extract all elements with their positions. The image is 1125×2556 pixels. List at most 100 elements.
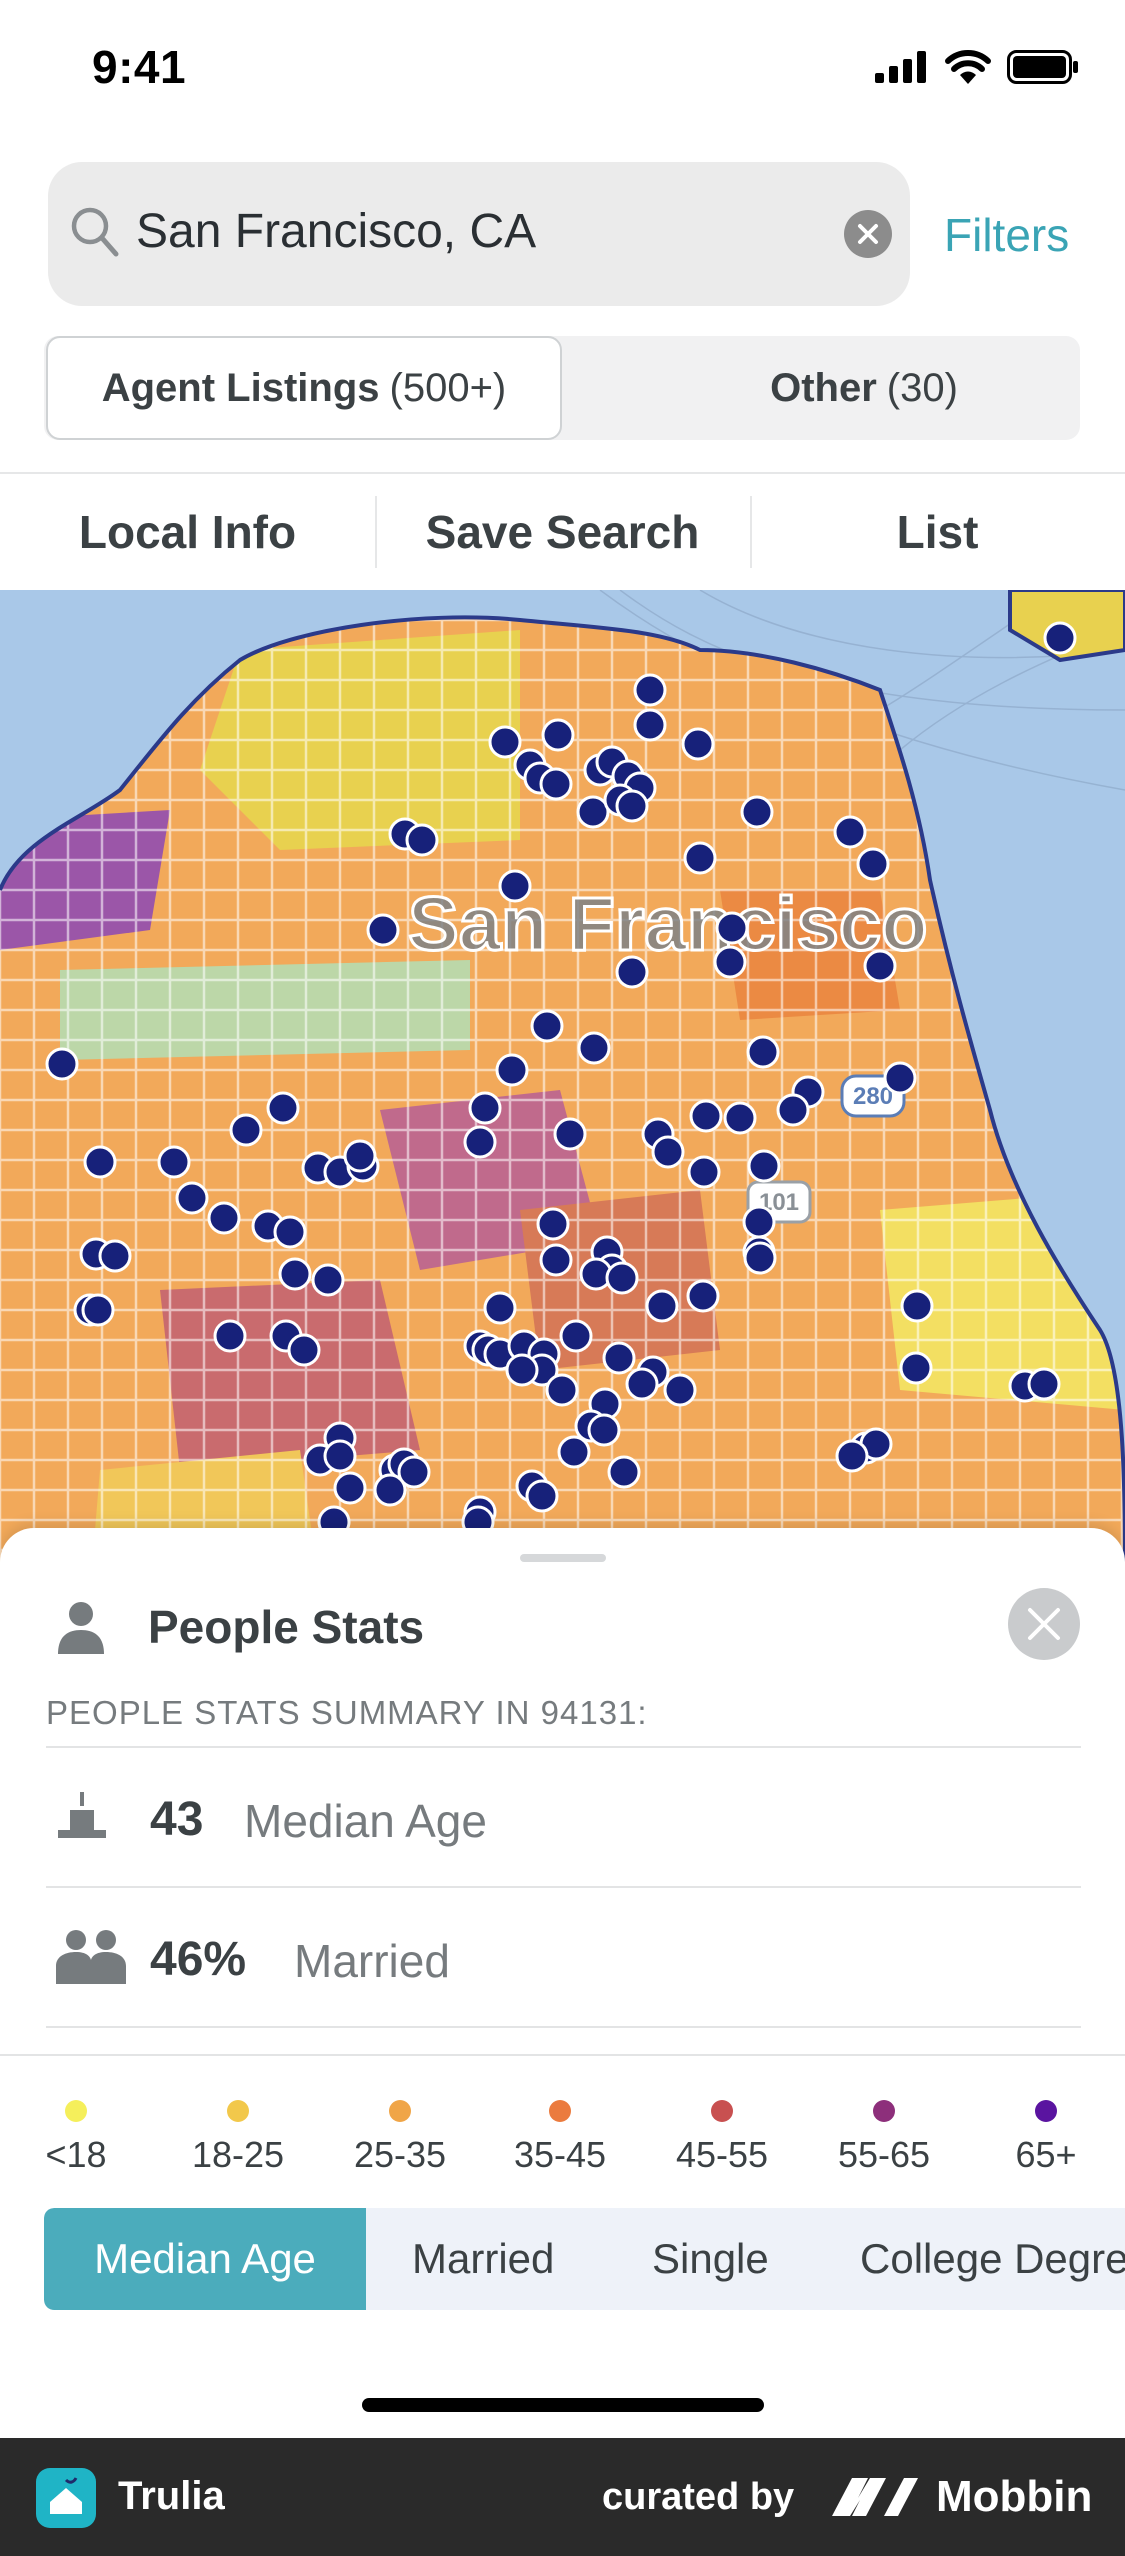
search-input[interactable]: San Francisco, CA <box>48 162 910 306</box>
close-sheet-button[interactable] <box>1008 1588 1080 1660</box>
listing-marker[interactable] <box>207 1201 241 1235</box>
listing-marker[interactable] <box>863 949 897 983</box>
listing-marker[interactable] <box>742 1205 776 1239</box>
listing-marker[interactable] <box>776 1093 810 1127</box>
search-value[interactable]: San Francisco, CA <box>136 204 536 259</box>
listing-marker[interactable] <box>373 1473 407 1507</box>
listing-marker[interactable] <box>343 1139 377 1173</box>
listing-marker[interactable] <box>687 1155 721 1189</box>
listing-marker[interactable] <box>835 1439 869 1473</box>
listing-marker[interactable] <box>633 673 667 707</box>
listing-marker[interactable] <box>468 1091 502 1125</box>
tab-other[interactable]: Other (30) <box>604 336 1124 440</box>
listing-marker[interactable] <box>740 795 774 829</box>
listing-marker[interactable] <box>602 1341 636 1375</box>
listing-marker[interactable] <box>715 911 749 945</box>
listing-marker[interactable] <box>488 725 522 759</box>
listing-marker[interactable] <box>746 1035 780 1069</box>
listing-marker[interactable] <box>651 1135 685 1169</box>
listing-marker[interactable] <box>577 1031 611 1065</box>
listing-marker[interactable] <box>333 1471 367 1505</box>
listing-marker[interactable] <box>498 869 532 903</box>
listing-marker[interactable] <box>645 1289 679 1323</box>
save-search-button[interactable]: Save Search <box>375 474 750 590</box>
listing-marker[interactable] <box>81 1293 115 1327</box>
listing-marker[interactable] <box>287 1333 321 1367</box>
listing-marker[interactable] <box>311 1263 345 1297</box>
listing-marker[interactable] <box>98 1239 132 1273</box>
person-icon <box>58 1602 104 1654</box>
listing-marker[interactable] <box>536 1207 570 1241</box>
listing-marker[interactable] <box>405 823 439 857</box>
listing-marker[interactable] <box>539 1243 573 1277</box>
listing-marker[interactable] <box>266 1091 300 1125</box>
heatmap[interactable]: 280 101 San Francisco <box>0 590 1125 1590</box>
listing-marker[interactable] <box>615 955 649 989</box>
listing-marker[interactable] <box>559 1319 593 1353</box>
listing-marker[interactable] <box>278 1257 312 1291</box>
listing-marker[interactable] <box>463 1125 497 1159</box>
listing-marker[interactable] <box>1043 621 1077 655</box>
listing-marker[interactable] <box>495 1053 529 1087</box>
listing-marker[interactable] <box>530 1009 564 1043</box>
listing-marker[interactable] <box>883 1061 917 1095</box>
listing-marker[interactable] <box>175 1181 209 1215</box>
listing-marker[interactable] <box>505 1353 539 1387</box>
listing-marker[interactable] <box>83 1145 117 1179</box>
tab-median-age[interactable]: Median Age <box>44 2208 366 2310</box>
map-view[interactable]: 280 101 San Francisco <box>0 590 1125 1590</box>
listing-marker[interactable] <box>686 1279 720 1313</box>
listing-marker[interactable] <box>483 1291 517 1325</box>
cake-icon <box>58 1792 106 1838</box>
listing-marker[interactable] <box>899 1351 933 1385</box>
listing-marker[interactable] <box>366 913 400 947</box>
listing-marker[interactable] <box>229 1113 263 1147</box>
listing-marker[interactable] <box>576 795 610 829</box>
listing-marker[interactable] <box>557 1435 591 1469</box>
listing-marker[interactable] <box>723 1101 757 1135</box>
tab-agent-listings[interactable]: Agent Listings (500+) <box>46 336 562 440</box>
listing-marker[interactable] <box>856 847 890 881</box>
tab-married[interactable]: Married <box>412 2208 554 2310</box>
listing-marker[interactable] <box>605 1261 639 1295</box>
listing-marker[interactable] <box>323 1439 357 1473</box>
stat-label: Median Age <box>244 1795 487 1847</box>
legend-label: 65+ <box>1015 2134 1077 2175</box>
listing-marker[interactable] <box>1027 1367 1061 1401</box>
filters-button[interactable]: Filters <box>944 208 1069 262</box>
listing-marker[interactable] <box>633 708 667 742</box>
status-bar: 9:41 <box>0 0 1125 140</box>
listing-marker[interactable] <box>713 945 747 979</box>
legend-item: <18 <box>6 2100 146 2176</box>
listing-marker[interactable] <box>587 1413 621 1447</box>
listing-marker[interactable] <box>545 1373 579 1407</box>
listing-marker[interactable] <box>743 1241 777 1275</box>
listing-marker[interactable] <box>539 767 573 801</box>
listing-marker[interactable] <box>900 1289 934 1323</box>
divider <box>0 2054 1125 2056</box>
listing-marker[interactable] <box>681 727 715 761</box>
listing-marker[interactable] <box>45 1047 79 1081</box>
listing-marker[interactable] <box>615 789 649 823</box>
listing-marker[interactable] <box>541 718 575 752</box>
tab-single[interactable]: Single <box>652 2208 769 2310</box>
listing-marker[interactable] <box>833 815 867 849</box>
sheet-grabber[interactable] <box>520 1554 606 1562</box>
people-icon <box>56 1930 126 1984</box>
listing-marker[interactable] <box>273 1215 307 1249</box>
clear-search-button[interactable] <box>844 210 892 258</box>
listing-marker[interactable] <box>553 1117 587 1151</box>
tab-college-degree[interactable]: College Degree <box>860 2208 1125 2310</box>
listing-marker[interactable] <box>625 1367 659 1401</box>
listing-marker[interactable] <box>157 1145 191 1179</box>
listing-marker[interactable] <box>689 1099 723 1133</box>
listing-marker[interactable] <box>683 841 717 875</box>
list-view-button[interactable]: List <box>750 474 1125 590</box>
close-icon <box>858 224 878 244</box>
listing-marker[interactable] <box>747 1149 781 1183</box>
listing-marker[interactable] <box>213 1319 247 1353</box>
listing-marker[interactable] <box>607 1455 641 1489</box>
local-info-button[interactable]: Local Info <box>0 474 375 590</box>
listing-marker[interactable] <box>525 1479 559 1513</box>
listing-marker[interactable] <box>663 1373 697 1407</box>
